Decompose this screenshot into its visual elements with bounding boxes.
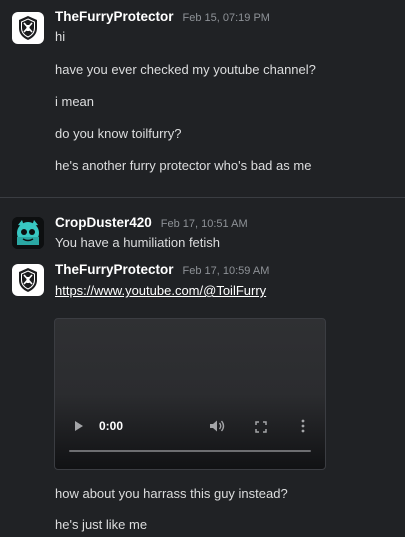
timestamp: Feb 17, 10:59 AM [182,265,270,277]
avatar[interactable] [12,12,44,44]
message-text: You have a humiliation fetish [55,235,221,250]
shield-logo-icon [12,264,44,296]
message-text: he's just like me [55,517,148,532]
volume-icon[interactable] [209,419,225,433]
avatar[interactable] [12,217,44,249]
avatar[interactable] [12,264,44,296]
timestamp: Feb 17, 10:51 AM [160,218,248,230]
more-options-icon[interactable] [301,419,305,433]
message-text: hi [55,29,66,44]
date-divider [0,197,405,198]
message-header: TheFurryProtector Feb 17, 10:59 AM [55,262,269,277]
author-name[interactable]: CropDuster420 [55,215,152,230]
timestamp: Feb 15, 07:19 PM [182,12,270,24]
author-name[interactable]: TheFurryProtector [55,9,174,24]
teal-character-icon [12,217,44,249]
message-text: he's another furry protector who's bad a… [55,158,312,173]
video-progress-bar[interactable] [69,450,311,452]
video-player[interactable]: 0:00 [54,318,326,470]
message-header: CropDuster420 Feb 17, 10:51 AM [55,215,248,230]
video-time: 0:00 [99,419,124,433]
fullscreen-icon[interactable] [255,421,267,433]
message-header: TheFurryProtector Feb 15, 07:19 PM [55,9,270,24]
youtube-link[interactable]: https://www.youtube.com/@ToilFurry [55,283,266,298]
message-text: do you know toilfurry? [55,126,182,141]
message-text: have you ever checked my youtube channel… [55,62,316,77]
message-text: how about you harrass this guy instead? [55,486,288,501]
play-icon[interactable] [75,421,83,431]
author-name[interactable]: TheFurryProtector [55,262,174,277]
message-text: i mean [55,94,95,109]
shield-logo-icon [12,12,44,44]
